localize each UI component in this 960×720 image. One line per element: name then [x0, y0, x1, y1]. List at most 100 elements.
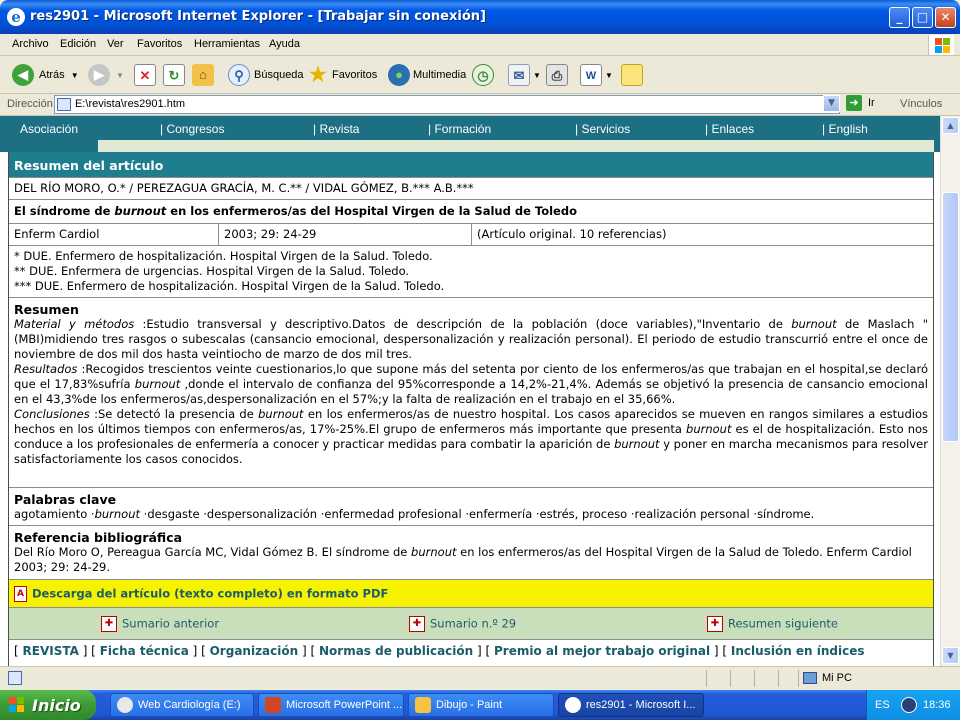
maximize-button[interactable]: □	[912, 7, 933, 28]
issue-summary-link[interactable]: ✚ Sumario n.º 29	[409, 616, 516, 632]
status-divider	[730, 670, 731, 687]
tray-icon[interactable]	[901, 697, 917, 713]
back-button[interactable]: ◀ Atrás ▼	[12, 63, 79, 87]
page-icon	[57, 98, 71, 111]
keywords-text-a: agotamiento ·	[14, 507, 95, 521]
results-em: burnout	[134, 377, 181, 391]
nav-formacion[interactable]: | Formación	[428, 122, 491, 136]
history-button[interactable]: ◷	[472, 63, 494, 87]
go-button[interactable]: ➜ Ir	[846, 95, 875, 111]
favorites-button[interactable]: ★ Favoritos	[307, 63, 377, 87]
keywords-row: Palabras clave agotamiento ·burnout ·des…	[9, 488, 933, 526]
edit-button[interactable]: W ▼	[580, 63, 613, 87]
zone-label: Mi PC	[822, 672, 852, 684]
address-value: E:\revista\res2901.htm	[75, 98, 186, 110]
nav-congresos[interactable]: | Congresos	[160, 122, 224, 136]
refresh-button[interactable]: ↻	[163, 63, 185, 87]
star-icon: ★	[309, 64, 327, 86]
footer-link-revista[interactable]: REVISTA	[23, 644, 79, 658]
title-row: El síndrome de burnout en los enfermeros…	[9, 200, 933, 224]
task-label: Microsoft PowerPoint ...	[286, 699, 403, 711]
computer-icon	[803, 672, 817, 684]
issue: 2003; 29: 24-29	[224, 227, 317, 241]
task-powerpoint[interactable]: Microsoft PowerPoint ...	[258, 693, 404, 717]
task-internet-explorer[interactable]: res2901 - Microsoft I...	[558, 693, 704, 717]
journal: Enferm Cardiol	[14, 227, 100, 241]
status-divider	[798, 670, 799, 687]
mail-button[interactable]: ✉ ▼	[508, 63, 541, 87]
results-label: Resultados	[14, 362, 78, 376]
menu-ver[interactable]: Ver	[107, 38, 124, 50]
footer-link-indices[interactable]: Inclusión en índices	[731, 644, 865, 658]
prev-summary-link[interactable]: ✚ Sumario anterior	[101, 616, 219, 632]
scroll-up-button[interactable]: ▲	[942, 117, 959, 134]
footer-link-normas[interactable]: Normas de publicación	[319, 644, 473, 658]
search-label: Búsqueda	[254, 69, 304, 81]
minimize-button[interactable]: _	[889, 7, 910, 28]
discuss-button[interactable]	[621, 63, 643, 87]
issue-cell: 2003; 29: 24-29	[219, 224, 472, 245]
conclusions-em-2: burnout	[686, 422, 732, 436]
scroll-down-button[interactable]: ▼	[942, 647, 959, 664]
menu-edicion[interactable]: Edición	[60, 38, 96, 50]
authors: DEL RÍO MORO, O.* / PEREZAGUA GRACÍA, M.…	[14, 181, 474, 195]
vertical-scrollbar[interactable]: ▲ ▼	[940, 116, 960, 666]
nav-enlaces[interactable]: | Enlaces	[705, 122, 754, 136]
start-button[interactable]: Inicio	[0, 690, 96, 720]
close-button[interactable]: ✕	[935, 7, 956, 28]
keywords-em: burnout	[94, 507, 141, 521]
security-zone: Mi PC	[803, 672, 852, 684]
search-button[interactable]: ⚲ Búsqueda	[228, 63, 304, 87]
reference-em: burnout	[411, 545, 457, 559]
menu-ayuda[interactable]: Ayuda	[269, 38, 300, 50]
multimedia-label: Multimedia	[413, 69, 467, 81]
footer-link-ficha[interactable]: Ficha técnica	[100, 644, 189, 658]
title-bar[interactable]: e res2901 - Microsoft Internet Explorer …	[0, 0, 960, 34]
download-link[interactable]: Descarga del artículo (texto completo) e…	[32, 587, 388, 601]
nav-revista[interactable]: | Revista	[313, 122, 359, 136]
address-label: Dirección	[7, 98, 53, 110]
stop-icon: ✕	[134, 64, 156, 86]
footer-link-premio[interactable]: Premio al mejor trabajo original	[494, 644, 710, 658]
download-row[interactable]: A Descarga del artículo (texto completo) …	[9, 580, 933, 608]
nav-asociacion[interactable]: Asociación	[20, 122, 78, 136]
multimedia-button[interactable]: ● Multimedia	[388, 63, 466, 87]
scroll-thumb[interactable]	[942, 192, 959, 442]
home-button[interactable]: ⌂	[192, 63, 214, 87]
address-input[interactable]: E:\revista\res2901.htm	[54, 95, 840, 114]
disc-icon	[117, 697, 133, 713]
task-label: res2901 - Microsoft I...	[586, 699, 696, 711]
nav-english[interactable]: | English	[822, 122, 868, 136]
go-arrow-icon: ➜	[846, 95, 862, 111]
menu-favoritos[interactable]: Favoritos	[137, 38, 182, 50]
word-icon: W	[580, 64, 602, 86]
paint-icon	[415, 697, 431, 713]
windows-flag-icon	[928, 35, 954, 55]
authors-row: DEL RÍO MORO, O.* / PEREZAGUA GRACÍA, M.…	[9, 178, 933, 200]
chevron-down-icon: ▼	[70, 70, 79, 80]
print-button[interactable]: ⎙	[546, 63, 568, 87]
conclusions-em-3: burnout	[614, 437, 660, 451]
status-divider	[706, 670, 707, 687]
clock[interactable]: 18:36	[923, 699, 951, 711]
window-title: res2901 - Microsoft Internet Explorer - …	[30, 9, 486, 24]
task-paint[interactable]: Dibujo - Paint	[408, 693, 554, 717]
task-web-cardiologia[interactable]: Web Cardiología (E:)	[110, 693, 254, 717]
menu-herramientas[interactable]: Herramientas	[194, 38, 260, 50]
methods-label: Material y métodos	[14, 317, 135, 331]
footer-link-organizacion[interactable]: Organización	[210, 644, 299, 658]
next-abstract-link[interactable]: ✚ Resumen siguiente	[707, 616, 838, 632]
stop-button[interactable]: ✕	[134, 63, 156, 87]
nav-servicios[interactable]: | Servicios	[575, 122, 630, 136]
language-indicator[interactable]: ES	[875, 699, 890, 711]
article-table: Resumen del artículo DEL RÍO MORO, O.* /…	[8, 152, 934, 666]
page-icon	[8, 671, 22, 685]
status-divider	[778, 670, 779, 687]
favorites-label: Favoritos	[332, 69, 378, 81]
address-dropdown-button[interactable]: ▼	[823, 95, 840, 112]
forward-button[interactable]: ▶ ▼	[88, 63, 124, 87]
section-title-row: Resumen del artículo	[9, 152, 933, 178]
links-toolbar[interactable]: Vínculos	[900, 98, 942, 110]
type-cell: (Artículo original. 10 referencias)	[472, 224, 933, 245]
menu-archivo[interactable]: Archivo	[12, 38, 49, 50]
